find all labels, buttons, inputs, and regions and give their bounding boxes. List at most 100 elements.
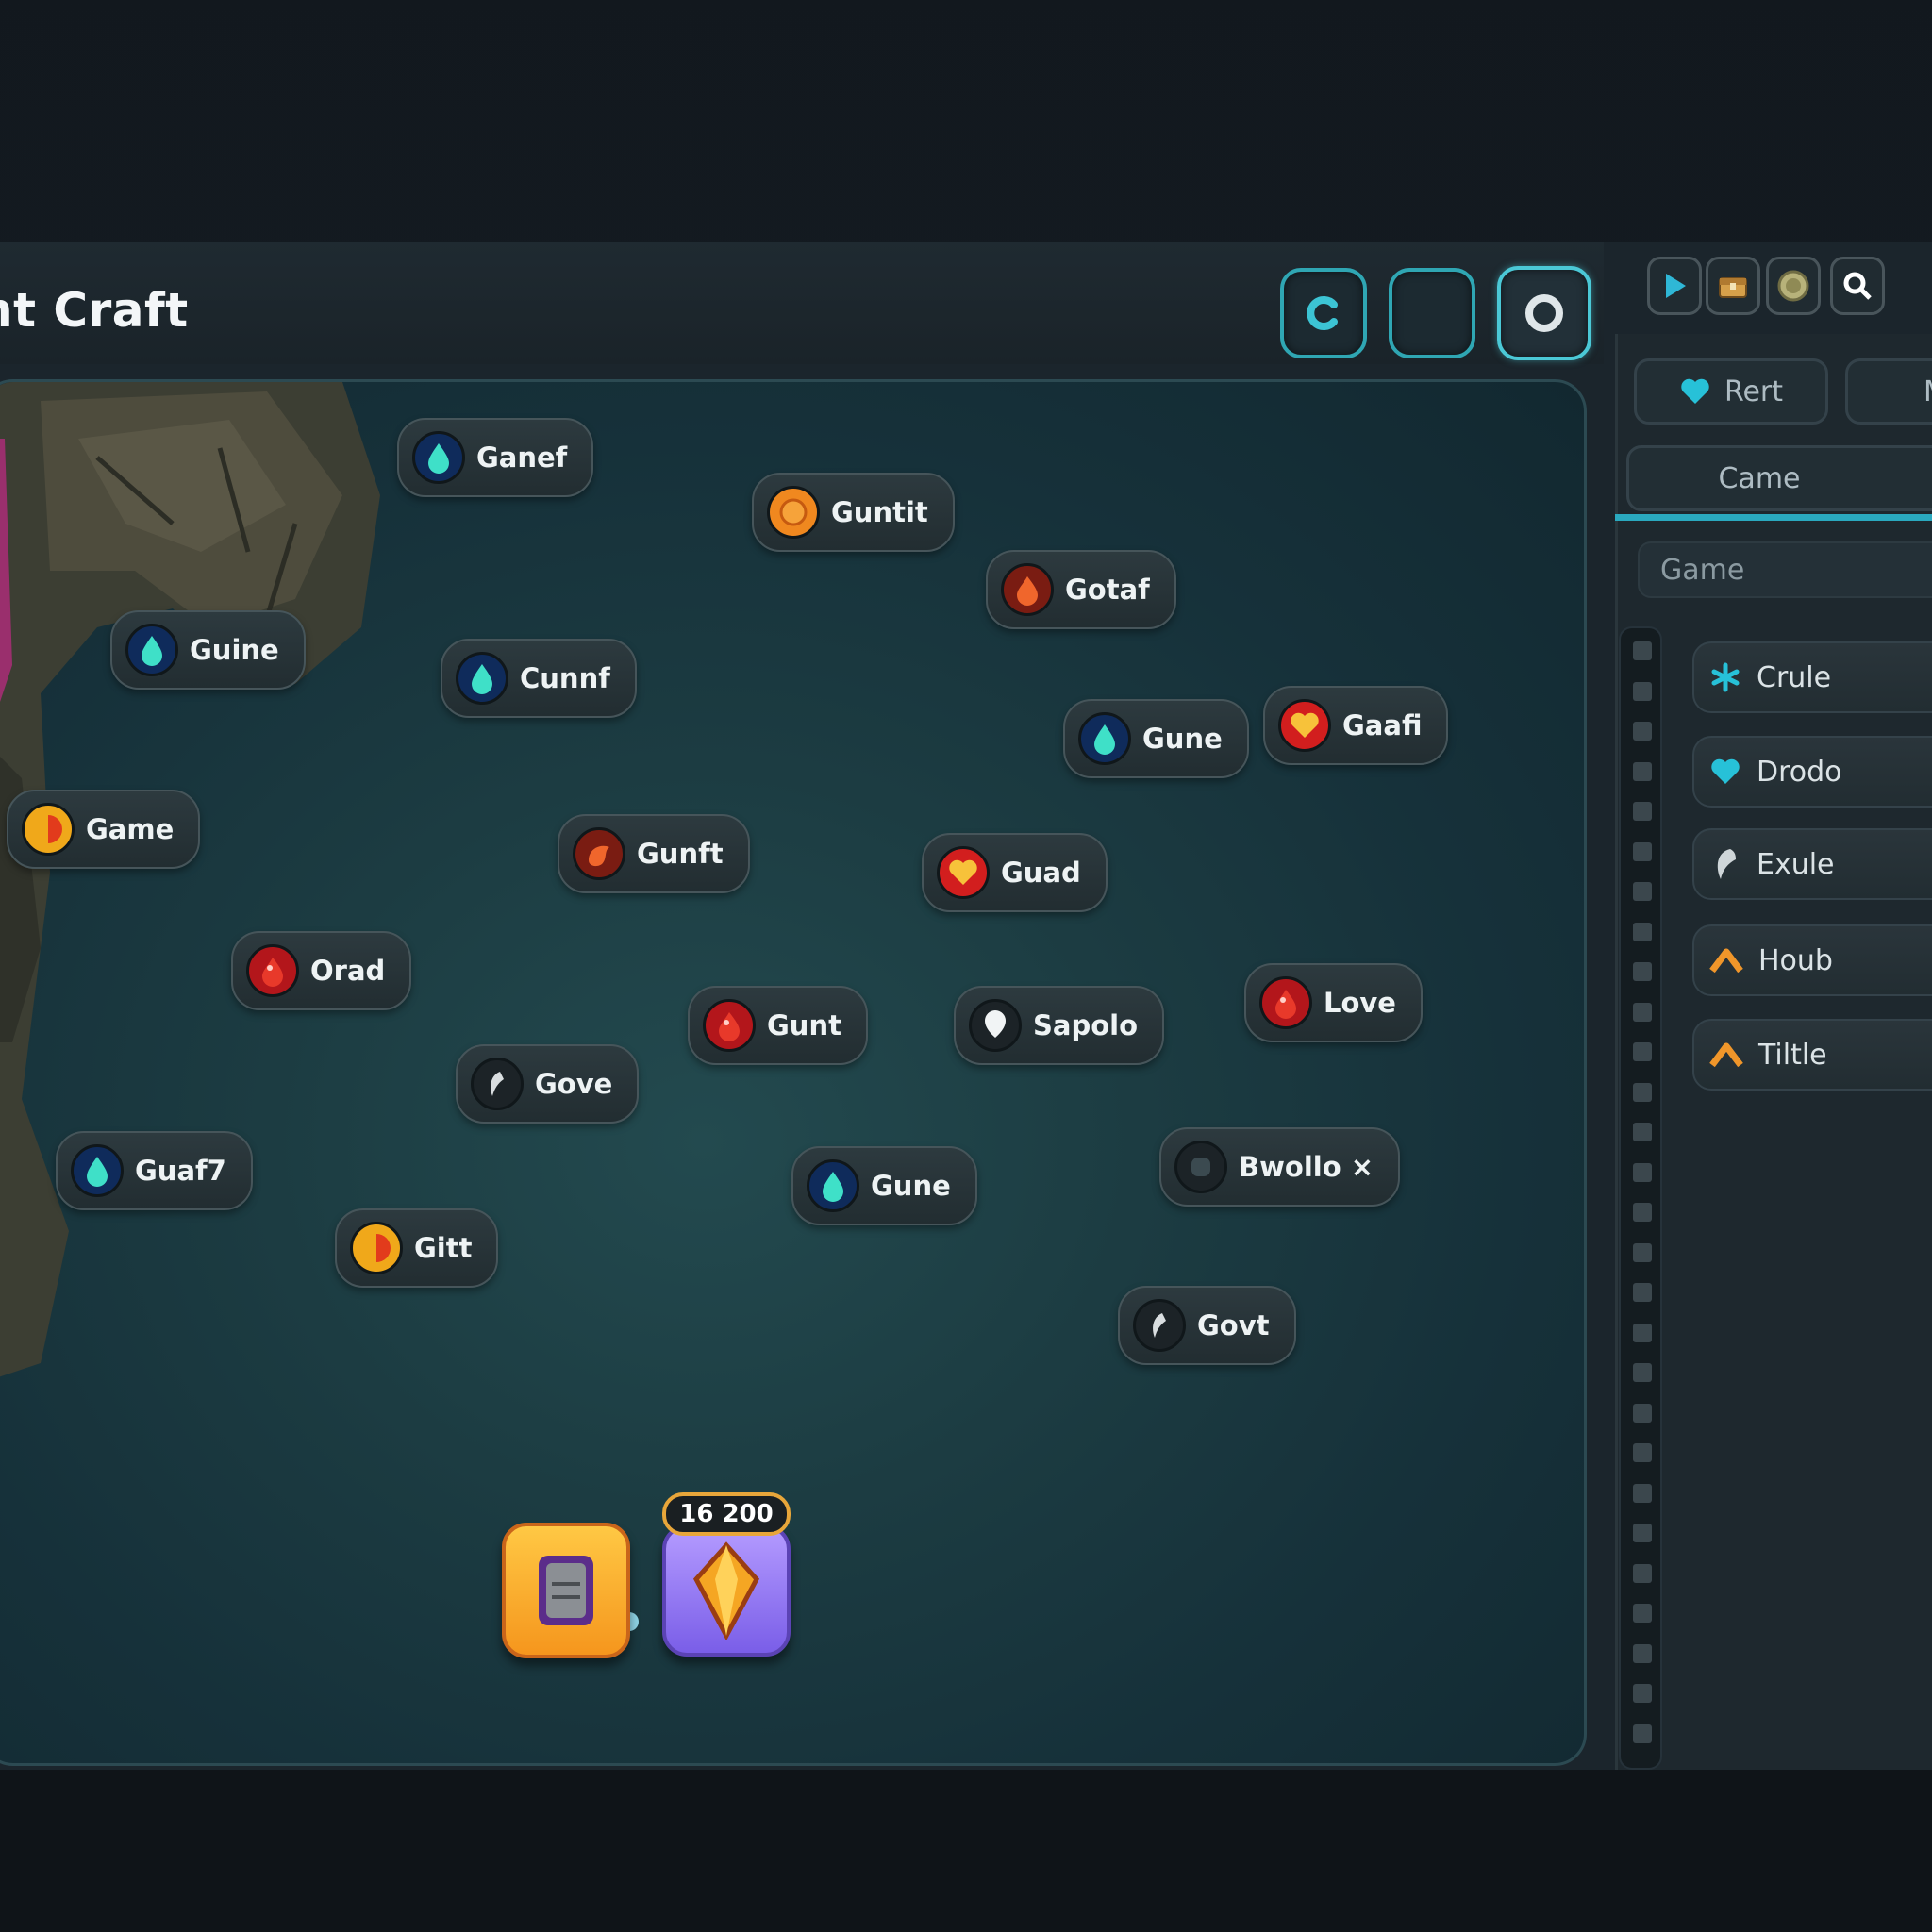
element-chip[interactable]: Gitt xyxy=(335,1208,499,1288)
flame-half-icon xyxy=(350,1222,403,1274)
water-drop-icon xyxy=(807,1159,859,1212)
blood-drop-icon xyxy=(246,944,299,997)
section-header[interactable]: Came xyxy=(1626,445,1932,511)
rail-marker xyxy=(1633,962,1652,981)
rail-marker xyxy=(1633,882,1652,901)
crafting-board[interactable]: Ganef Guntit Gotaf Guine Cunnf Gune Gaaf… xyxy=(0,379,1587,1766)
rail-marker xyxy=(1633,1724,1652,1743)
element-chip[interactable]: Orad xyxy=(231,931,412,1010)
chevron-up-icon xyxy=(1709,1042,1743,1068)
element-chip[interactable]: Game xyxy=(7,790,201,869)
list-item-houb[interactable]: Houb xyxy=(1692,924,1932,996)
blood-drop-icon xyxy=(1259,976,1312,1029)
rail-marker xyxy=(1633,1082,1652,1102)
night-mode-button[interactable] xyxy=(1389,268,1475,358)
coin-icon xyxy=(1777,270,1809,302)
water-drop-icon xyxy=(412,431,465,484)
rail-marker xyxy=(1633,1483,1652,1503)
element-chip[interactable]: Bwollo × xyxy=(1159,1127,1401,1207)
element-chip[interactable]: Guine xyxy=(110,610,306,690)
play-button[interactable] xyxy=(1647,257,1702,315)
rail-marker xyxy=(1633,1363,1652,1382)
rail-marker xyxy=(1633,1123,1652,1141)
element-chip[interactable]: Gunt xyxy=(688,986,868,1065)
tab-indicator xyxy=(1615,514,1932,521)
rail-marker xyxy=(1633,1242,1652,1262)
chest-icon xyxy=(1719,277,1747,298)
search-button[interactable] xyxy=(1830,257,1885,315)
tab-rert[interactable]: Rert xyxy=(1634,358,1828,425)
chevron-up-icon xyxy=(1709,948,1743,974)
feather-icon xyxy=(1717,849,1736,879)
water-drop-icon xyxy=(1078,712,1131,765)
element-chip[interactable]: Gaafi xyxy=(1263,686,1449,765)
crystal-tile[interactable] xyxy=(662,1524,791,1657)
heart-icon xyxy=(1681,378,1709,404)
ring-icon xyxy=(1525,294,1563,332)
chest-button[interactable] xyxy=(1706,257,1760,315)
list-item-crule[interactable]: Crule xyxy=(1692,641,1932,713)
rail-marker xyxy=(1633,722,1652,741)
element-chip[interactable]: Gune xyxy=(791,1146,977,1225)
rail-marker xyxy=(1633,1162,1652,1182)
play-icon xyxy=(1666,274,1686,298)
moon-icon xyxy=(1416,295,1445,326)
element-chip[interactable]: Sapolo xyxy=(954,986,1165,1065)
refresh-button[interactable] xyxy=(1280,268,1367,358)
element-chip[interactable]: Cunnf xyxy=(441,639,637,718)
coin-button[interactable] xyxy=(1766,257,1821,315)
rail-marker xyxy=(1633,1524,1652,1542)
tab-second[interactable]: M xyxy=(1845,358,1932,425)
rail-marker xyxy=(1633,1283,1652,1302)
white-drop-icon xyxy=(969,999,1022,1052)
list-item-exule[interactable]: Exule xyxy=(1692,828,1932,900)
element-chip[interactable]: Gunft xyxy=(558,814,750,893)
water-drop-icon xyxy=(71,1144,124,1197)
rail-marker xyxy=(1633,1563,1652,1583)
blood-drop-icon xyxy=(703,999,756,1052)
element-chip[interactable]: Gune xyxy=(1063,699,1249,778)
rail-marker xyxy=(1633,922,1652,941)
rail-marker xyxy=(1633,1403,1652,1423)
water-drop-icon xyxy=(456,652,508,705)
rail-marker xyxy=(1633,1042,1652,1061)
heart-icon xyxy=(1278,699,1331,752)
sparkle-icon xyxy=(1711,662,1740,692)
search-icon xyxy=(1843,272,1872,300)
panel-search-input[interactable]: Game xyxy=(1638,541,1932,598)
gem-counter: 16 200 xyxy=(662,1492,791,1536)
element-chip[interactable]: Love xyxy=(1244,963,1423,1042)
element-chip[interactable]: Guaf7 xyxy=(56,1131,253,1210)
heart-icon xyxy=(1711,758,1740,784)
list-item-drodo[interactable]: Drodo xyxy=(1692,736,1932,808)
refresh-icon xyxy=(1307,296,1338,330)
rail-marker xyxy=(1633,761,1652,781)
rail-marker xyxy=(1633,1604,1652,1623)
rail-marker xyxy=(1633,802,1652,821)
element-chip[interactable]: Ganef xyxy=(397,418,594,497)
element-chip[interactable]: Gotaf xyxy=(986,550,1176,629)
rail-marker xyxy=(1633,1203,1652,1222)
record-button[interactable] xyxy=(1497,266,1591,360)
bottom-band xyxy=(0,1770,1932,1932)
app-title: nt Craft xyxy=(0,283,189,338)
rail-marker xyxy=(1633,1684,1652,1703)
element-chip[interactable]: Gove xyxy=(456,1044,640,1124)
element-chip[interactable]: Guad xyxy=(922,833,1108,912)
rail-marker xyxy=(1633,1443,1652,1462)
fire-icon xyxy=(573,827,625,880)
list-item-tiltle[interactable]: Tiltle xyxy=(1692,1019,1932,1091)
crystal-icon xyxy=(692,1541,760,1640)
book-tile[interactable] xyxy=(502,1523,630,1658)
sun-icon xyxy=(767,486,820,539)
fire-icon xyxy=(1001,563,1054,616)
rail-marker xyxy=(1633,681,1652,701)
stone-icon xyxy=(1174,1141,1227,1193)
rail-marker xyxy=(1633,841,1652,861)
rail-marker xyxy=(1633,1643,1652,1663)
book-icon xyxy=(539,1556,593,1625)
rail-marker xyxy=(1633,1323,1652,1342)
element-chip[interactable]: Guntit xyxy=(752,473,955,552)
scroll-rail[interactable] xyxy=(1619,626,1662,1770)
element-chip[interactable]: Govt xyxy=(1118,1286,1296,1365)
